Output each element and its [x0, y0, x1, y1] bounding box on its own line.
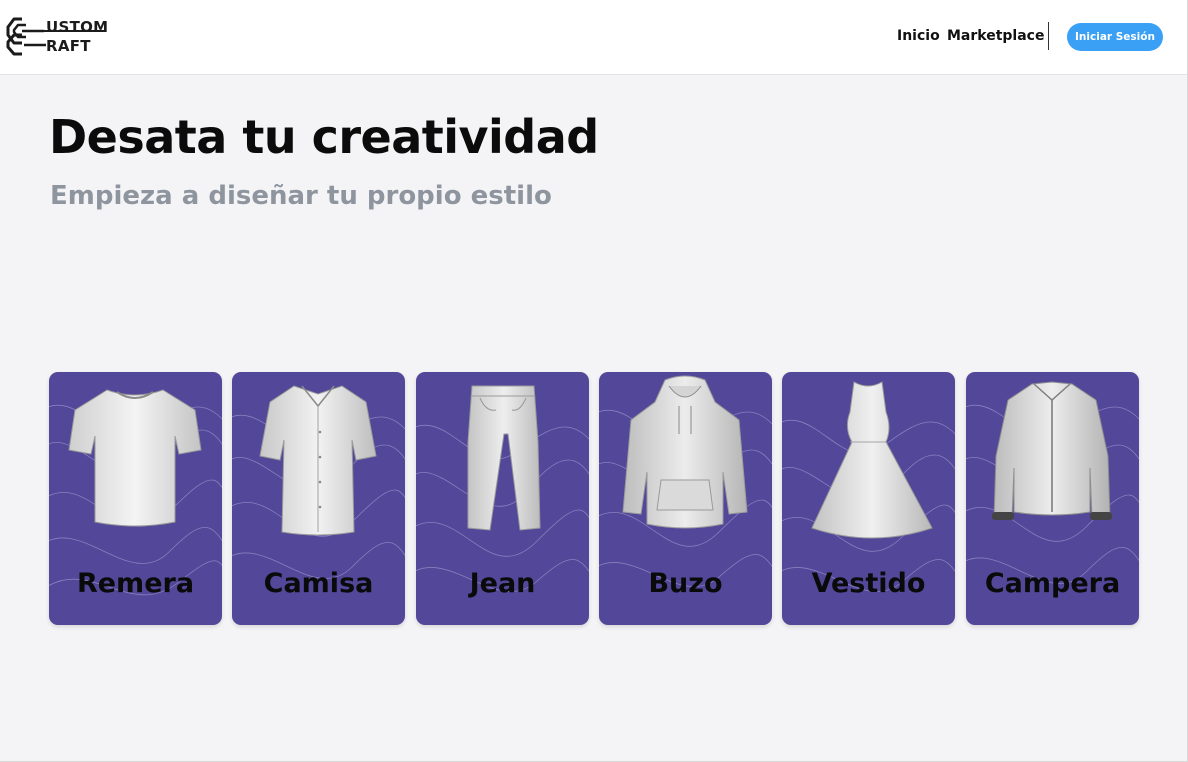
- logo-text-line2: RAFT: [46, 37, 91, 55]
- garment-card-vestido[interactable]: Vestido: [782, 372, 955, 625]
- hero-title: Desata tu creatividad: [49, 110, 599, 164]
- garment-card-label: Campera: [984, 568, 1121, 599]
- garment-card-remera[interactable]: Remera: [49, 372, 222, 625]
- logo-text-line1: USTOM: [46, 18, 109, 36]
- garment-card-label: Remera: [76, 568, 195, 599]
- hero-subtitle: Empieza a diseñar tu propio estilo: [50, 181, 552, 211]
- garment-card-jean[interactable]: Jean: [416, 372, 589, 625]
- garment-card-camisa[interactable]: Camisa: [232, 372, 405, 625]
- garment-card-label: Jean: [469, 568, 536, 599]
- garment-card-campera[interactable]: Campera: [966, 372, 1139, 625]
- login-button[interactable]: Iniciar Sesión: [1067, 23, 1163, 51]
- nav-link-inicio[interactable]: Inicio: [897, 28, 940, 44]
- garment-card-label: Buzo: [648, 568, 723, 599]
- garment-cards: Remera Camisa Jean Buzo Vestido Campera: [49, 372, 1139, 625]
- garment-card-buzo[interactable]: Buzo: [599, 372, 772, 625]
- garment-card-label: Vestido: [811, 568, 926, 599]
- nav-divider: [1048, 22, 1049, 50]
- logo[interactable]: USTOM RAFT: [0, 0, 115, 75]
- top-navbar: USTOM RAFT Inicio Marketplace Iniciar Se…: [0, 0, 1188, 75]
- nav-link-marketplace[interactable]: Marketplace: [947, 28, 1044, 44]
- garment-card-label: Camisa: [263, 568, 374, 599]
